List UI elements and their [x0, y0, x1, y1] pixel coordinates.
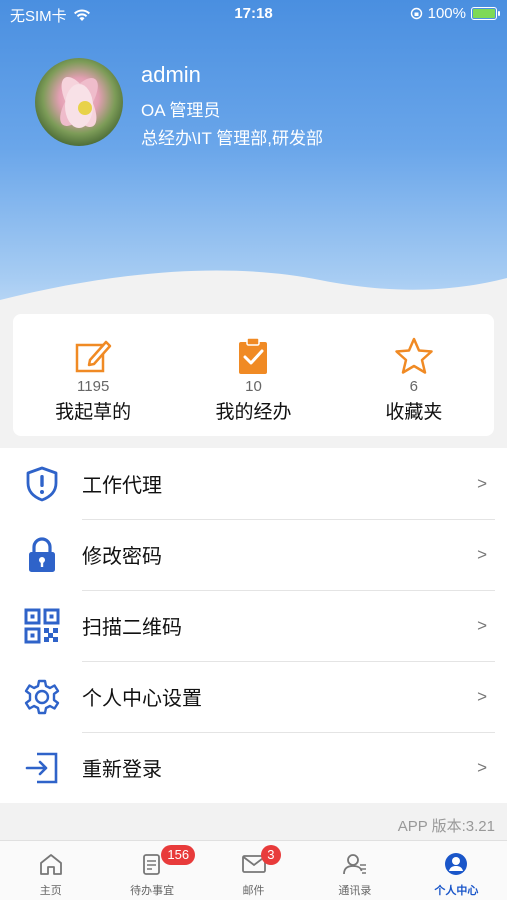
app-version: APP 版本:3.21 — [397, 818, 495, 835]
menu-item-change-password[interactable]: 修改密码 > — [0, 519, 507, 590]
stats-card: 1195 我起草的 10 我的经办 6 收藏夹 — [13, 314, 494, 436]
chevron-right-icon: > — [477, 686, 487, 706]
tab-label: 邮件 — [242, 885, 265, 897]
tab-bar: 主页 待办事宜 156 邮件 3 通讯录 个人中心 — [0, 840, 507, 900]
stat-label: 我的经办 — [215, 402, 292, 423]
battery-percent: 100% — [427, 5, 466, 22]
chevron-right-icon: > — [477, 757, 487, 777]
header-wave — [0, 270, 507, 330]
chevron-right-icon: > — [477, 473, 487, 493]
user-icon — [445, 853, 468, 875]
home-icon — [39, 854, 62, 875]
menu-item-relogin[interactable]: 重新登录 > — [0, 732, 507, 803]
qr-code-icon — [24, 608, 60, 643]
menu-label: 扫描二维码 — [82, 617, 182, 639]
stat-drafted[interactable]: 1195 我起草的 — [13, 314, 173, 436]
menu-item-work-proxy[interactable]: 工作代理 > — [0, 448, 507, 519]
stat-handled[interactable]: 10 我的经办 — [173, 314, 333, 436]
contacts-icon — [343, 854, 366, 875]
tab-label: 主页 — [39, 885, 62, 897]
tab-profile[interactable]: 个人中心 — [406, 841, 507, 900]
profile-header — [0, 0, 507, 330]
tab-mail[interactable]: 邮件 3 — [203, 841, 304, 900]
shield-alert-icon — [26, 466, 58, 501]
menu-item-scan-qr[interactable]: 扫描二维码 > — [0, 590, 507, 661]
menu-label: 个人中心设置 — [82, 688, 202, 710]
tab-home[interactable]: 主页 — [0, 841, 101, 900]
menu-label: 重新登录 — [82, 759, 162, 781]
edit-icon — [75, 340, 112, 373]
star-icon — [395, 337, 433, 374]
lock-icon — [29, 536, 55, 572]
todo-badge: 156 — [161, 845, 196, 865]
tab-label: 待办事宜 — [130, 885, 175, 897]
orientation-lock-icon — [410, 7, 422, 20]
chevron-right-icon: > — [477, 544, 487, 564]
chevron-right-icon: > — [477, 615, 487, 635]
tab-label: 通讯录 — [338, 885, 372, 897]
logout-icon — [25, 752, 58, 783]
stat-label: 我起草的 — [55, 402, 132, 423]
tab-contacts[interactable]: 通讯录 — [304, 841, 405, 900]
profile-department: 总经办\IT 管理部,研发部 — [141, 129, 323, 148]
profile-role: OA 管理员 — [141, 101, 221, 120]
menu-label: 工作代理 — [82, 475, 162, 497]
mail-badge: 3 — [260, 845, 281, 865]
stat-count: 6 — [409, 378, 418, 395]
stat-label: 收藏夹 — [385, 402, 443, 423]
lotus-image — [60, 77, 98, 128]
clipboard-check-icon — [239, 337, 268, 374]
gear-icon — [24, 679, 60, 714]
stat-count: 1195 — [77, 378, 110, 395]
menu-item-profile-settings[interactable]: 个人中心设置 > — [0, 661, 507, 732]
tab-todo[interactable]: 待办事宜 156 — [101, 841, 202, 900]
status-bar: 无SIM卡 17:18 100% — [0, 0, 507, 28]
settings-menu: 工作代理 > 修改密码 > 扫描二维码 > 个人中心设置 > 重新登录 > — [0, 448, 507, 803]
battery-icon — [471, 7, 500, 20]
stat-count: 10 — [245, 378, 262, 395]
profile-name: admin — [141, 62, 201, 87]
tab-label: 个人中心 — [434, 885, 479, 897]
stat-favorites[interactable]: 6 收藏夹 — [334, 314, 494, 436]
menu-label: 修改密码 — [82, 546, 162, 568]
avatar[interactable] — [35, 58, 123, 146]
